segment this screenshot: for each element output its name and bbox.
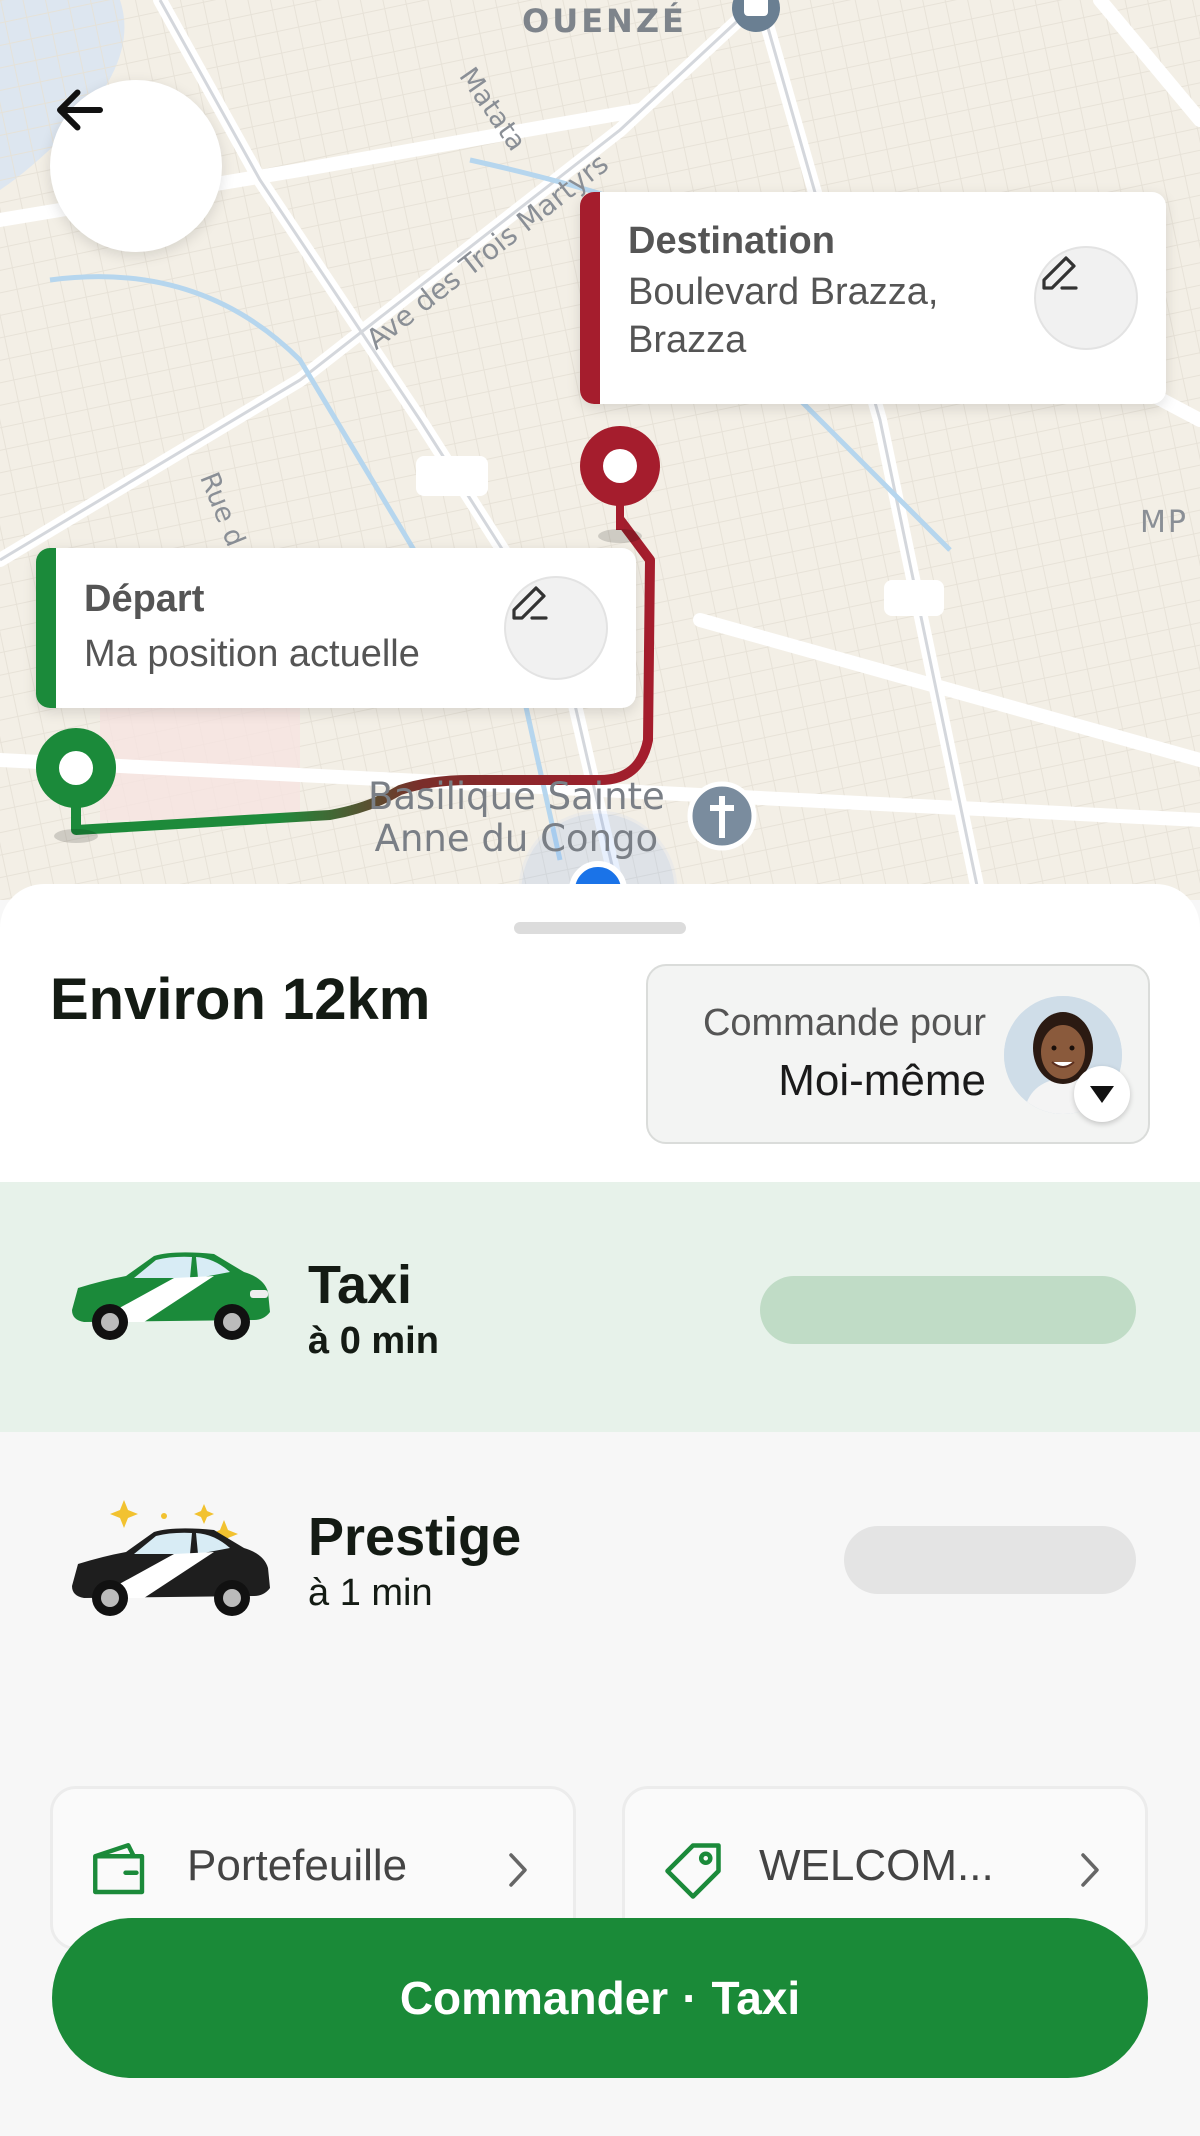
bottom-sheet: Environ 12km Commande pour Moi-même Taxi… <box>0 884 1200 2136</box>
edit-departure-button[interactable] <box>504 576 608 680</box>
edit-destination-button[interactable] <box>1034 246 1138 350</box>
order-button-ride: Taxi <box>711 1972 801 2024</box>
destination-title: Destination <box>628 220 835 262</box>
price-loading-placeholder <box>760 1276 1136 1344</box>
departure-accent-bar <box>36 548 56 708</box>
departure-card[interactable]: Départ Ma position actuelle <box>36 548 636 708</box>
map-label-basilique: Basilique Sainte Anne du Congo <box>368 776 665 860</box>
arrow-left-icon <box>57 89 103 131</box>
chevron-down-icon <box>1074 1066 1130 1122</box>
taxi-car-icon <box>64 1240 274 1355</box>
price-loading-placeholder <box>844 1526 1136 1594</box>
order-button-prefix: Commander <box>399 1972 669 2024</box>
order-for-label: Commande pour <box>702 1002 986 1044</box>
map-label-mp: MP <box>1140 505 1188 540</box>
destination-card[interactable]: Destination Boulevard Brazza, Brazza <box>580 192 1166 404</box>
map[interactable]: OUENZÉ Matata Ave des Trois Martyrs Rue … <box>0 0 1200 900</box>
ride-name-prestige: Prestige <box>308 1507 522 1567</box>
destination-address: Boulevard Brazza, Brazza <box>628 271 939 361</box>
order-for-selector[interactable]: Commande pour Moi-même <box>646 964 1150 1144</box>
pencil-icon <box>512 586 548 620</box>
departure-title: Départ <box>84 578 205 620</box>
map-label-ouenze: OUENZÉ <box>522 2 687 40</box>
destination-accent-bar <box>580 192 600 404</box>
pencil-icon <box>1042 256 1078 290</box>
church-icon <box>687 781 757 851</box>
ride-option-taxi[interactable]: Taxi à 0 min <box>0 1182 1200 1432</box>
ride-option-prestige[interactable]: Prestige à 1 min <box>0 1432 1200 1682</box>
order-for-value: Moi-même <box>778 1056 986 1105</box>
wallet-icon <box>93 1843 145 1895</box>
map-label-basilique-line2: Anne du Congo <box>374 817 659 860</box>
promo-code-label: WELCOM... <box>759 1841 994 1890</box>
sheet-drag-handle[interactable] <box>514 922 686 934</box>
back-button[interactable] <box>50 80 222 252</box>
payment-method-label: Portefeuille <box>187 1841 408 1890</box>
map-label-basilique-line1: Basilique Sainte <box>368 775 665 818</box>
chevron-right-icon <box>509 1853 527 1887</box>
chevron-right-icon <box>1081 1853 1099 1887</box>
ride-eta-prestige: à 1 min <box>308 1572 433 1614</box>
ride-eta-taxi: à 0 min <box>308 1320 439 1362</box>
order-button-separator: · <box>682 1972 698 2024</box>
trip-distance: Environ 12km <box>50 967 431 1032</box>
ride-name-taxi: Taxi <box>308 1255 413 1315</box>
tag-icon <box>665 1843 721 1899</box>
prestige-car-icon <box>64 1490 274 1625</box>
departure-address: Ma position actuelle <box>84 633 420 675</box>
order-button[interactable]: Commander · Taxi <box>52 1918 1148 2078</box>
